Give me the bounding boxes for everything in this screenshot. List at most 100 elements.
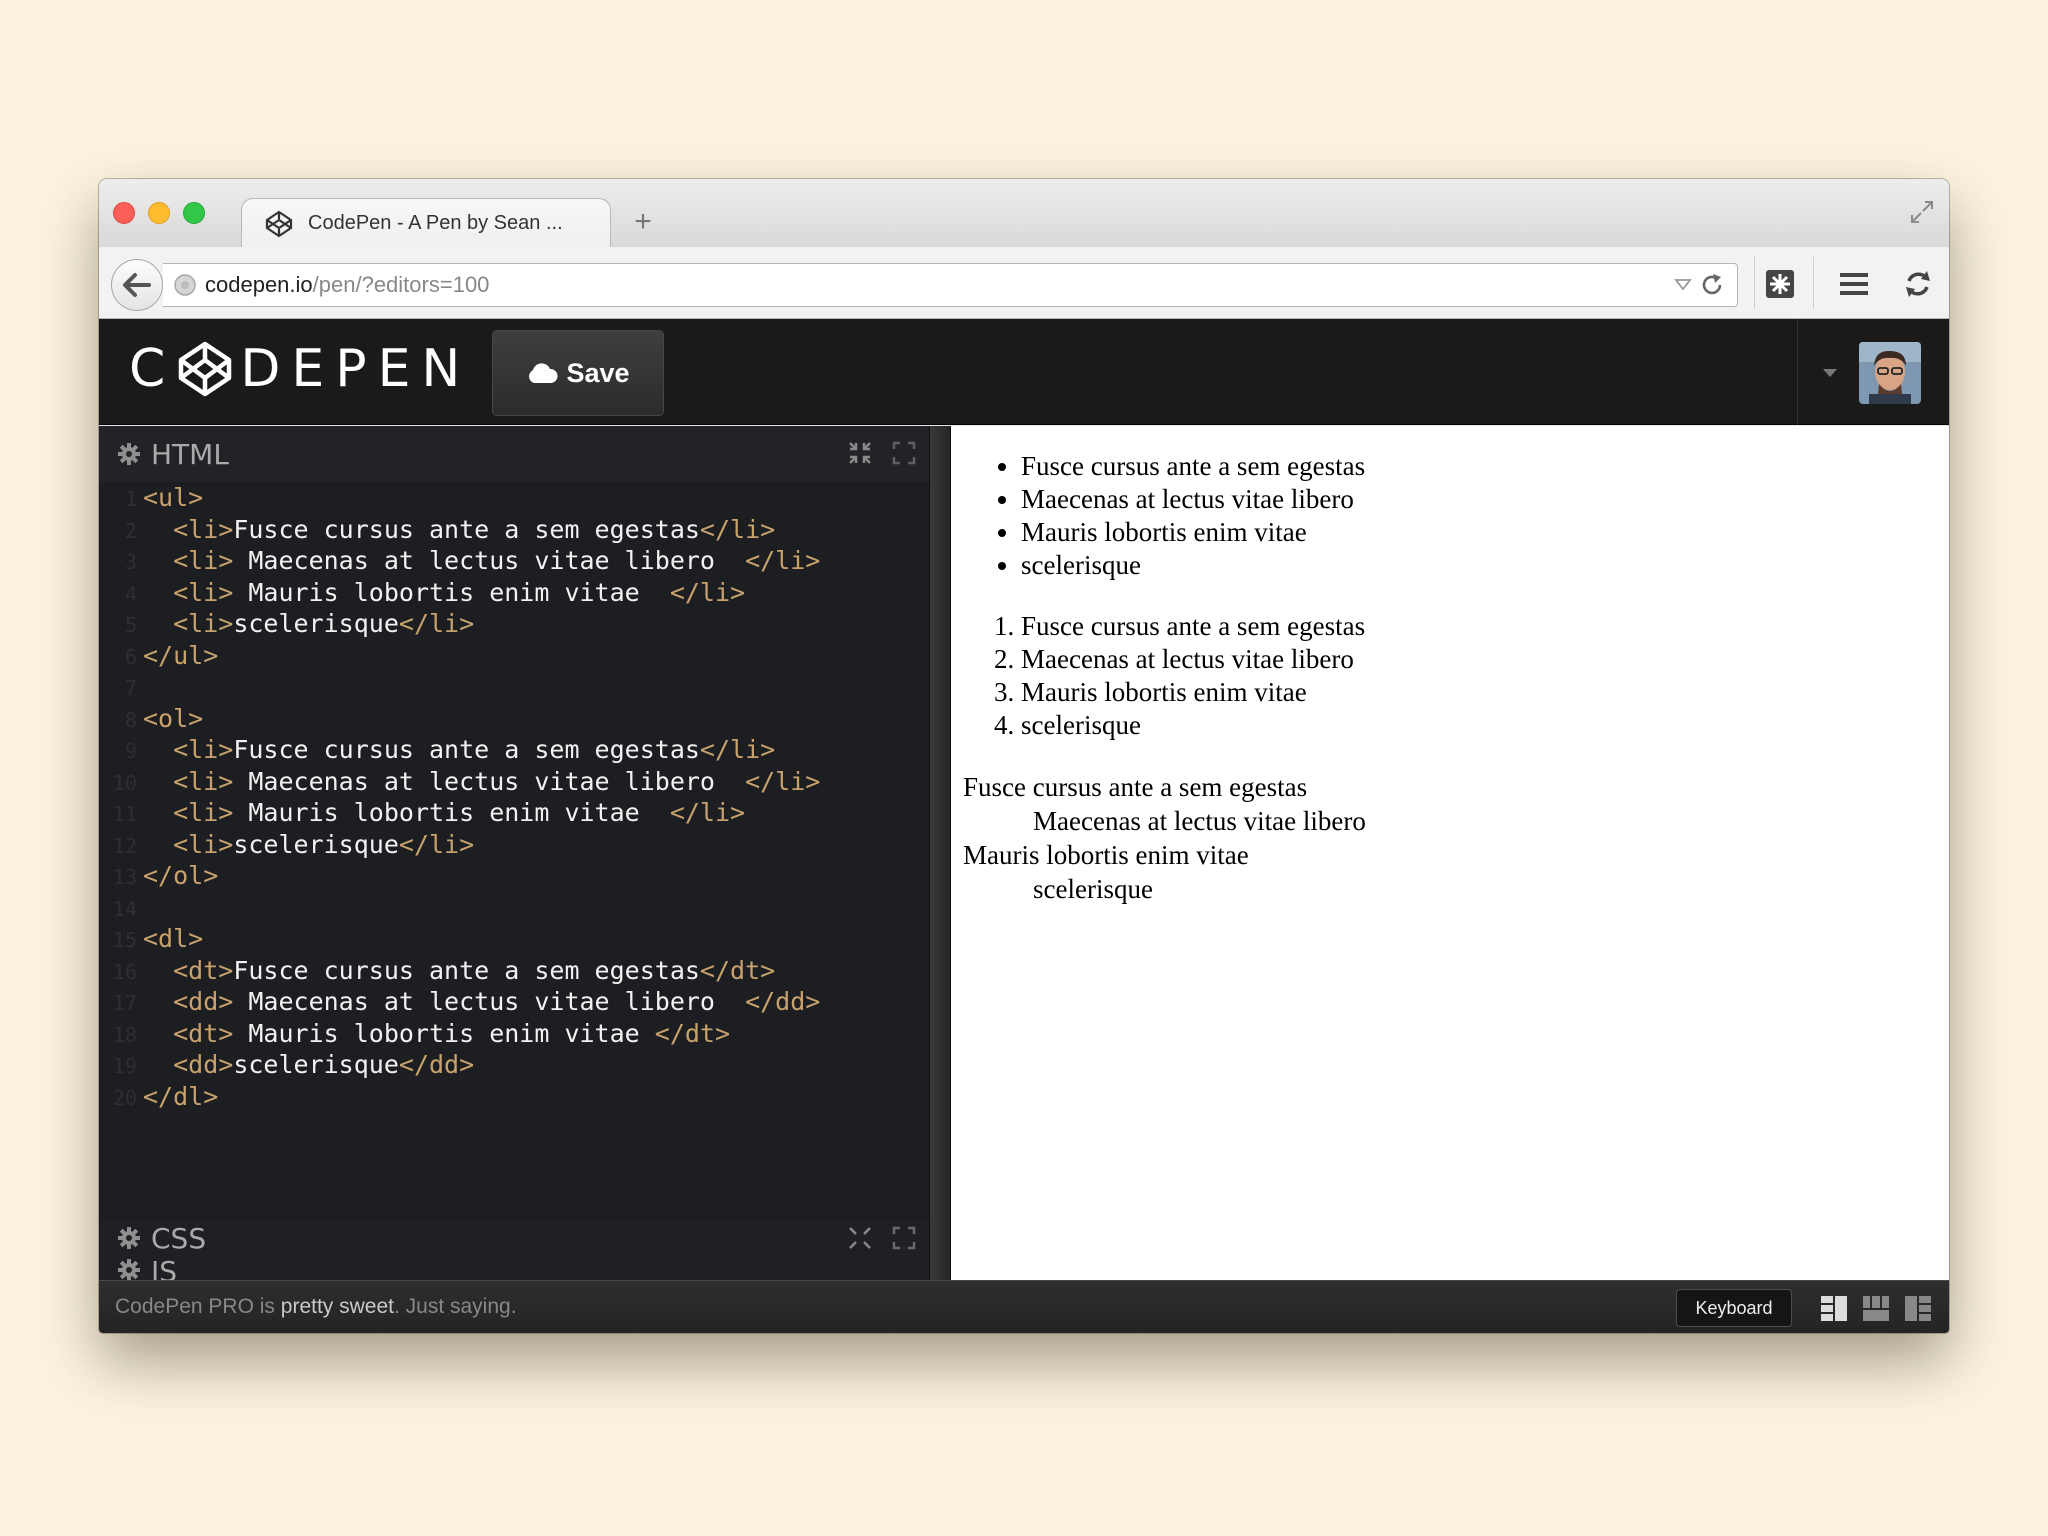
zoom-window-button[interactable]: [183, 202, 205, 224]
code-tag: </li>: [745, 766, 821, 796]
code-tag: <li>: [173, 735, 234, 764]
new-tab-button[interactable]: +: [626, 205, 660, 239]
code-text: scelerisque: [233, 1050, 399, 1079]
sync-icon[interactable]: [1901, 267, 1935, 301]
code-tag: <li>: [173, 829, 234, 859]
code-line: 18 <dt> Mauris lobortis enim vitae </dt>: [99, 1018, 929, 1050]
code-line: 17 <dd> Maecenas at lectus vitae libero …: [99, 986, 929, 1018]
gear-icon[interactable]: [117, 442, 141, 466]
save-button[interactable]: Save: [492, 330, 664, 416]
code-tag: </li>: [699, 735, 776, 764]
code-tag: <dd>: [173, 1050, 234, 1079]
layout-top-icon[interactable]: [1861, 1293, 1891, 1323]
browser-window: CodePen - A Pen by Sean ... + codepen.io…: [99, 179, 1949, 1333]
code-line: 3 <li> Maecenas at lectus vitae libero <…: [99, 545, 929, 577]
layout-right-icon[interactable]: [1903, 1293, 1933, 1323]
code-tag: </li>: [699, 514, 776, 544]
code-line: 14: [99, 892, 929, 924]
code-text: Fusce cursus ante a sem egestas: [233, 735, 700, 764]
reload-icon[interactable]: [1699, 272, 1725, 298]
code-tag: <ul>: [143, 483, 204, 512]
browser-tab[interactable]: CodePen - A Pen by Sean ...: [241, 198, 611, 248]
user-avatar-image: [1859, 342, 1921, 404]
code-text: Mauris lobortis enim vitae: [233, 798, 670, 827]
preview-ordered-item: Fusce cursus ante a sem egestas: [1021, 610, 1937, 643]
codepen-favicon-icon: [265, 210, 293, 237]
line-number: 5: [124, 613, 137, 637]
extension-icon[interactable]: [1763, 267, 1797, 301]
code-line: 16 <dt>Fusce cursus ante a sem egestas</…: [99, 955, 929, 987]
code-tag: </li>: [745, 546, 821, 575]
keyboard-button[interactable]: Keyboard: [1676, 1289, 1792, 1327]
codepen-logo[interactable]: C DEPEN: [129, 339, 471, 399]
code-tag: </dd>: [745, 987, 821, 1016]
globe-icon: [174, 274, 196, 296]
preview-definition-term: Mauris lobortis enim vitae: [963, 840, 1249, 870]
avatar[interactable]: [1859, 342, 1921, 404]
minimize-panel-icon[interactable]: [847, 440, 873, 466]
code-tag: <li>: [173, 798, 234, 827]
code-tag: <li>: [173, 546, 234, 575]
code-tag: </dl>: [143, 1081, 219, 1111]
code-line: 6 </ul>: [99, 640, 929, 672]
back-button[interactable]: [111, 259, 163, 311]
line-number: 16: [112, 959, 137, 984]
logo-text: DEPEN: [240, 339, 472, 399]
url-host: codepen.io: [205, 272, 313, 297]
maximize-panel-icon[interactable]: [891, 1225, 917, 1251]
fullscreen-icon[interactable]: [1909, 199, 1935, 225]
layout-left-icon[interactable]: [1819, 1293, 1849, 1323]
minimize-window-button[interactable]: [148, 202, 170, 224]
code-line: 5 <li>scelerisque</li>: [99, 608, 929, 640]
logo-letter-c: C: [129, 339, 177, 399]
html-editor-header[interactable]: HTML: [99, 426, 929, 482]
preview-ordered-item: scelerisque: [1021, 709, 1937, 742]
toolbar-separator: [1813, 257, 1814, 309]
line-number: 4: [124, 581, 137, 606]
js-editor-header[interactable]: JS: [99, 1255, 929, 1280]
code-text: Fusce cursus ante a sem egestas: [233, 955, 700, 985]
gear-icon[interactable]: [117, 1258, 141, 1280]
editor-resize-handle[interactable]: [929, 426, 951, 1280]
code-line: 15 <dl>: [99, 923, 929, 955]
line-number: 2: [124, 518, 137, 543]
code-text: Maecenas at lectus vitae libero: [233, 546, 746, 575]
line-number: 9: [124, 739, 137, 763]
gear-icon[interactable]: [117, 1226, 141, 1250]
code-line: 7: [99, 671, 929, 703]
code-text: Maecenas at lectus vitae libero: [233, 766, 746, 796]
html-code-editor[interactable]: 1 <ul> 2 <li>Fusce cursus ante a sem egest…: [99, 482, 929, 1162]
code-tag: </ol>: [143, 861, 219, 890]
menu-icon[interactable]: [1837, 267, 1871, 301]
maximize-panel-icon[interactable]: [891, 440, 917, 466]
close-window-button[interactable]: [113, 202, 135, 224]
preview-pane: Fusce cursus ante a sem egestasMaecenas …: [951, 426, 1949, 1280]
preview-list-item: Mauris lobortis enim vitae: [1021, 516, 1937, 549]
address-bar[interactable]: codepen.io/pen/?editors=100: [163, 263, 1738, 307]
line-number: 18: [112, 1022, 137, 1047]
promo-strong-text: pretty sweet: [280, 1295, 394, 1318]
preview-definition-term: Fusce cursus ante a sem egestas: [963, 772, 1308, 802]
user-menu-chevron-down-icon[interactable]: [1821, 367, 1839, 379]
css-editor-header[interactable]: CSS: [99, 1221, 929, 1255]
code-line: 12 <li>scelerisque</li>: [99, 829, 929, 861]
preview-ordered-list: Fusce cursus ante a sem egestasMaecenas …: [1021, 610, 1937, 742]
code-tag: <dt>: [173, 955, 234, 985]
promo-mid-text: is: [253, 1295, 281, 1318]
preview-definition-list: Fusce cursus ante a sem egestas Maecenas …: [963, 770, 1937, 906]
code-text: Maecenas at lectus vitae libero: [233, 987, 746, 1016]
pro-promo-message[interactable]: CodePen PRO is pretty sweet. Just saying…: [115, 1295, 517, 1319]
code-text: Mauris lobortis enim vitae: [233, 1018, 655, 1048]
minimize-panel-icon[interactable]: [847, 1225, 873, 1251]
code-tag: <dt>: [173, 1018, 234, 1048]
line-number: 3: [124, 550, 137, 574]
code-tag: <li>: [173, 577, 234, 607]
tab-title: CodePen - A Pen by Sean ...: [308, 212, 563, 234]
preview-definition-description: scelerisque: [1033, 874, 1153, 904]
url-dropdown-icon[interactable]: [1673, 274, 1693, 294]
